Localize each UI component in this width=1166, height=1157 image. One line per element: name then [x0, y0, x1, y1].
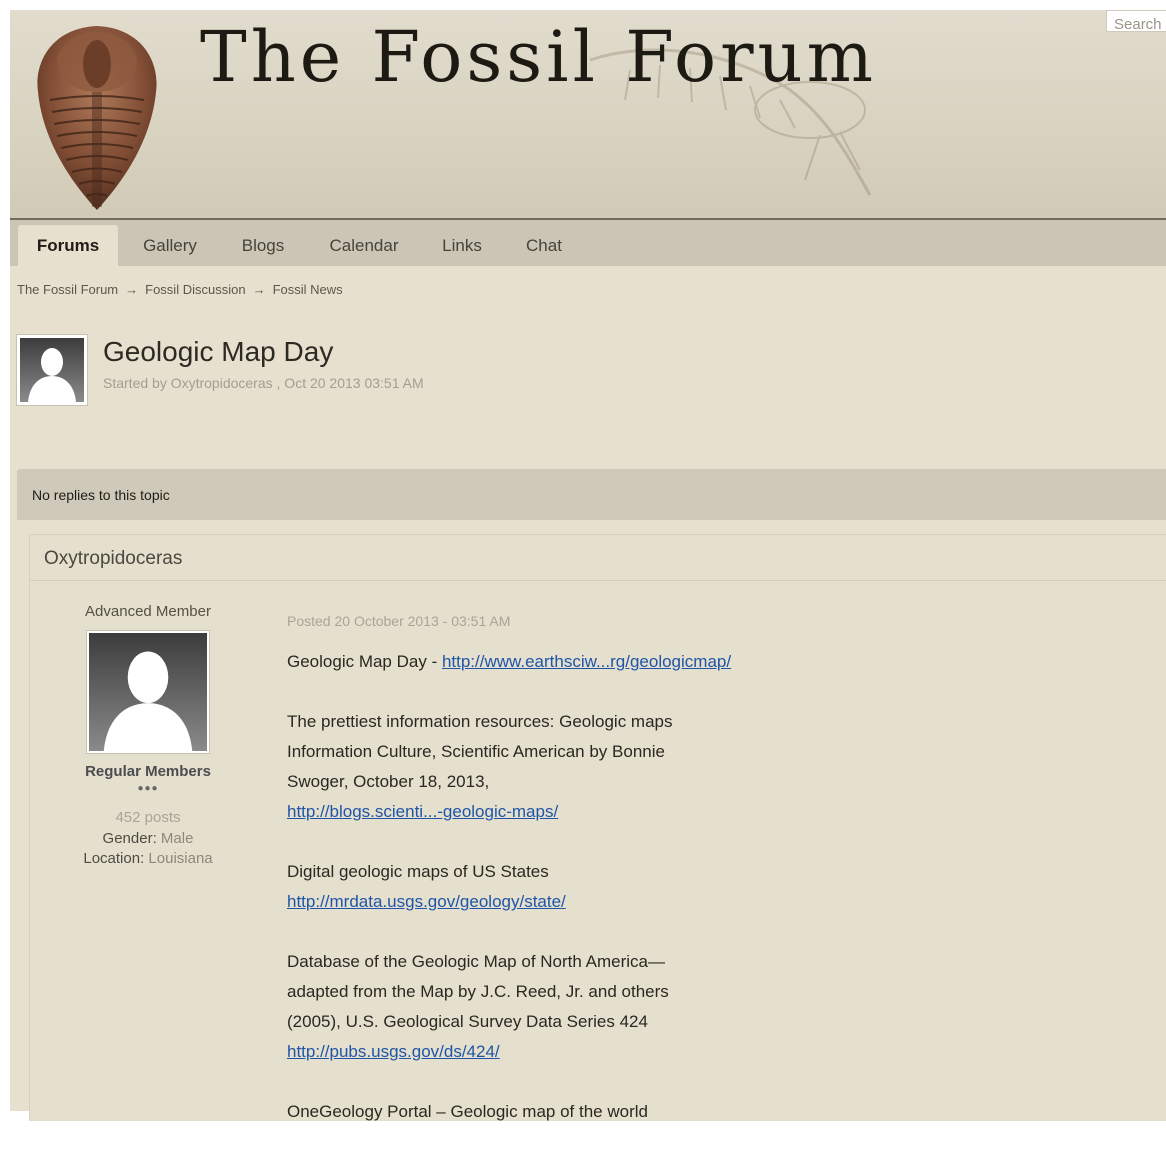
post-text: Swoger, October 18, 2013, [287, 772, 490, 791]
default-avatar-icon [20, 338, 84, 402]
member-title: Advanced Member [85, 603, 211, 620]
post-text: Geologic Map Day - [287, 652, 442, 671]
location-value: Louisiana [148, 850, 213, 867]
member-group: Regular Members [85, 763, 211, 780]
gender-info: Gender: Male [30, 830, 266, 847]
topic-starter-avatar[interactable] [16, 334, 88, 406]
tab-gallery[interactable]: Gallery [134, 225, 206, 266]
post-paragraph: Digital geologic maps of US States http:… [287, 857, 757, 917]
location-label: Location: [83, 850, 145, 867]
post-text: OneGeology Portal – Geologic map of the … [287, 1102, 648, 1121]
tab-forums[interactable]: Forums [18, 225, 118, 266]
avatar[interactable] [86, 630, 210, 754]
tab-blogs[interactable]: Blogs [232, 225, 294, 266]
post-paragraph: The prettiest information resources: Geo… [287, 707, 757, 827]
post-link[interactable]: http://blogs.scienti...-geologic-maps/ [287, 802, 558, 821]
post-link[interactable]: http://mrdata.usgs.gov/geology/state/ [287, 892, 566, 911]
post-link[interactable]: http://www.earthsciw...rg/geologicmap/ [442, 652, 731, 671]
post-text: adapted from the Map by J.C. Reed, Jr. a… [287, 982, 669, 1001]
post-date: Posted 20 October 2013 - 03:51 AM [287, 613, 511, 629]
page: The Fossil Forum Search Forums Gallery B… [10, 10, 1166, 1121]
gender-label: Gender: [102, 830, 157, 847]
post-link[interactable]: http://pubs.usgs.gov/ds/424/ [287, 1042, 500, 1061]
post-count: 452 posts [115, 809, 181, 826]
tab-links[interactable]: Links [434, 225, 490, 266]
post-paragraph: Geologic Map Day - http://www.earthsciw.… [287, 647, 757, 677]
post-text: Information Culture, Scientific American… [287, 742, 665, 761]
topic-meta: Started by Oxytropidoceras , Oct 20 2013… [103, 375, 424, 391]
tab-calendar[interactable]: Calendar [322, 225, 406, 266]
tab-chat[interactable]: Chat [518, 225, 570, 266]
post-text: Digital geologic maps of US States [287, 862, 549, 881]
post-author-name[interactable]: Oxytropidoceras [44, 548, 182, 570]
main-nav: Forums Gallery Blogs Calendar Links Chat [10, 220, 1166, 266]
breadcrumb-separator: → [125, 282, 139, 297]
post-paragraph: Database of the Geologic Map of North Am… [287, 947, 757, 1067]
post-paragraph: OneGeology Portal – Geologic map of the … [287, 1097, 757, 1127]
post-author-bar: Oxytropidoceras [30, 535, 1166, 581]
post-text: The prettiest information resources: Geo… [287, 712, 673, 731]
breadcrumb-item-fossil-discussion[interactable]: Fossil Discussion [145, 282, 245, 297]
site-title[interactable]: The Fossil Forum [200, 16, 877, 98]
post-text: Database of the Geologic Map of North Am… [287, 952, 665, 971]
gender-value: Male [160, 830, 194, 847]
breadcrumb: The Fossil Forum → Fossil Discussion → Fossi… [17, 282, 343, 297]
replies-count-text: No replies to this topic [32, 487, 170, 503]
breadcrumb-item-fossil-news[interactable]: Fossil News [273, 282, 343, 297]
breadcrumb-separator: → [252, 282, 266, 297]
rank-pips-icon: ●●● [137, 783, 159, 794]
trilobite-logo-icon [37, 26, 157, 210]
post-body: Geologic Map Day - http://www.earthsciw.… [287, 647, 757, 1157]
replies-bar: No replies to this topic [17, 469, 1166, 520]
post: Oxytropidoceras Advanced Member Regular … [29, 534, 1166, 1121]
default-avatar-icon [89, 633, 207, 751]
post-text: (2005), U.S. Geological Survey Data Seri… [287, 1012, 648, 1031]
site-banner: The Fossil Forum [10, 10, 1166, 220]
location-info: Location: Louisiana [30, 850, 266, 867]
breadcrumb-item-fossil-forum[interactable]: The Fossil Forum [17, 282, 118, 297]
page-title: Geologic Map Day [103, 336, 334, 367]
search-input[interactable]: Search [1106, 10, 1166, 32]
